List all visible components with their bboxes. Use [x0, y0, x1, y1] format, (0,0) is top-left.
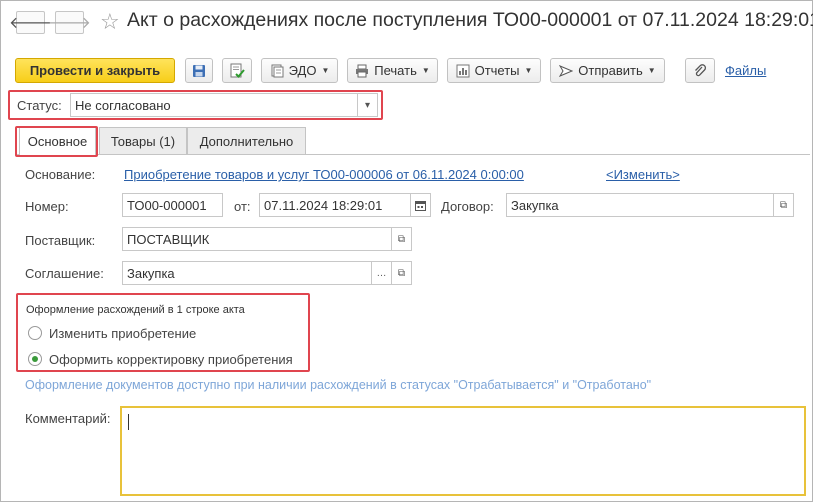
open-window-icon: ⧉ [779, 199, 788, 211]
calendar-button[interactable] [411, 193, 431, 217]
chevron-down-icon: ▾ [364, 99, 371, 111]
status-dropdown-button[interactable]: ▾ [358, 93, 378, 117]
forward-button[interactable]: 🡒 [48, 11, 91, 34]
document-window: 🡐 🡒 ☆ Акт о расхождениях после поступлен… [0, 0, 813, 502]
floppy-disk-icon [192, 64, 206, 78]
chevron-down-icon: ▼ [321, 66, 330, 75]
page-title: Акт о расхождениях после поступления ТО0… [127, 9, 813, 31]
chevron-down-icon: ▼ [647, 66, 656, 75]
change-basis-link[interactable]: <Изменить> [606, 167, 680, 182]
supplier-label: Поставщик: [25, 233, 96, 248]
supplier-open-button[interactable]: ⧉ [392, 227, 412, 251]
number-input[interactable]: ТО00-000001 [122, 193, 223, 217]
supplier-input[interactable]: ПОСТАВЩИК [122, 227, 392, 251]
chevron-down-icon: ▼ [421, 66, 430, 75]
agreement-open-button[interactable]: ⧉ [392, 261, 412, 285]
chevron-down-icon: ▼ [524, 66, 533, 75]
date-from-label: от: [234, 199, 251, 214]
tab-goods[interactable]: Товары (1) [99, 127, 187, 154]
text-cursor [128, 414, 129, 430]
discrepancy-group-title: Оформление расхождений в 1 строке акта [26, 304, 245, 316]
tab-goods-label: Товары (1) [110, 133, 176, 149]
tab-additional[interactable]: Дополнительно [187, 127, 306, 154]
status-value: Не согласовано [75, 97, 171, 113]
basis-link[interactable]: Приобретение товаров и услуг ТО00-000006… [124, 167, 524, 182]
send-button[interactable]: Отправить ▼ [550, 58, 665, 83]
agreement-value: Закупка [127, 265, 175, 281]
paperclip-icon [693, 63, 707, 78]
arrow-right-icon: 🡒 [48, 15, 91, 32]
files-link[interactable]: Файлы [725, 63, 766, 78]
edo-icon [270, 64, 284, 78]
number-value: ТО00-000001 [127, 197, 207, 213]
attach-button[interactable] [685, 58, 715, 83]
status-select[interactable]: Не согласовано [70, 93, 358, 117]
send-icon [559, 64, 574, 78]
supplier-value: ПОСТАВЩИК [127, 231, 210, 247]
post-and-close-label: Провести и закрыть [29, 63, 161, 78]
contract-input[interactable]: Закупка [506, 193, 774, 217]
arrow-left-icon: 🡐 [9, 15, 52, 32]
status-label: Статус: [17, 98, 62, 113]
reports-icon [456, 64, 470, 78]
open-window-icon: ⧉ [397, 233, 406, 245]
contract-open-button[interactable]: ⧉ [774, 193, 794, 217]
agreement-select-button[interactable]: … [372, 261, 392, 285]
calendar-icon [415, 200, 426, 211]
printer-icon [355, 64, 369, 78]
date-input[interactable]: 07.11.2024 18:29:01 [259, 193, 411, 217]
date-value: 07.11.2024 18:29:01 [264, 197, 383, 213]
info-text: Оформление документов доступно при налич… [25, 378, 652, 392]
agreement-input[interactable]: Закупка [122, 261, 372, 285]
print-button[interactable]: Печать ▼ [347, 58, 438, 83]
post-button[interactable] [222, 58, 252, 83]
contract-value: Закупка [511, 197, 559, 213]
save-button[interactable] [185, 58, 213, 83]
radio-correct-purchase[interactable] [28, 352, 42, 366]
edo-button[interactable]: ЭДО ▼ [261, 58, 338, 83]
radio-correct-purchase-label[interactable]: Оформить корректировку приобретения [49, 352, 293, 367]
number-label: Номер: [25, 199, 69, 214]
radio-change-purchase-label[interactable]: Изменить приобретение [49, 326, 196, 341]
print-label: Печать [374, 63, 417, 78]
edo-label: ЭДО [288, 63, 317, 78]
back-button[interactable]: 🡐 [9, 11, 52, 34]
ellipsis-icon: … [376, 267, 387, 279]
send-label: Отправить [578, 63, 643, 78]
basis-label: Основание: [25, 167, 96, 182]
contract-label: Договор: [441, 199, 494, 214]
agreement-label: Соглашение: [25, 266, 104, 281]
post-document-icon [229, 63, 245, 79]
comment-label: Комментарий: [25, 411, 111, 426]
open-window-icon: ⧉ [397, 267, 406, 279]
tab-additional-label: Дополнительно [199, 133, 294, 149]
tab-main[interactable]: Основное [19, 127, 96, 155]
post-and-close-button[interactable]: Провести и закрыть [15, 58, 175, 83]
reports-button[interactable]: Отчеты ▼ [447, 58, 541, 83]
tab-main-label: Основное [27, 134, 88, 149]
radio-change-purchase[interactable] [28, 326, 42, 340]
tab-divider [15, 154, 810, 155]
reports-label: Отчеты [474, 63, 520, 78]
comment-textarea[interactable] [120, 406, 806, 496]
favorite-star-icon[interactable]: ☆ [100, 9, 120, 35]
